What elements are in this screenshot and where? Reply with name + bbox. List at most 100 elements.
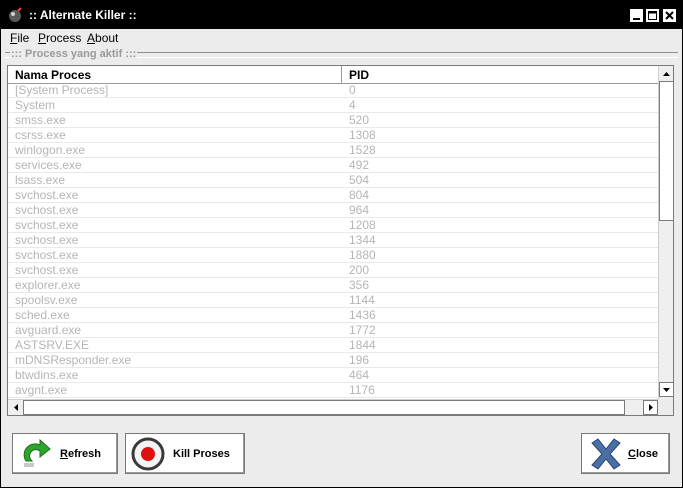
pid-cell: 1772 <box>349 323 376 337</box>
menu-bar: File Process About <box>1 29 682 47</box>
table-row[interactable]: csrss.exe 1308 <box>8 128 658 143</box>
kill-process-button[interactable]: Kill Proses <box>125 433 245 474</box>
process-name-cell: lsass.exe <box>15 173 66 187</box>
vertical-scroll-thumb[interactable] <box>659 81 673 221</box>
table-row[interactable]: spoolsv.exe 1144 <box>8 293 658 308</box>
pid-cell: 1844 <box>349 338 376 352</box>
pid-cell: 1528 <box>349 143 376 157</box>
group-label: ::: Process yang aktif ::: <box>10 48 138 60</box>
pid-cell: 1208 <box>349 218 376 232</box>
process-name-cell: services.exe <box>15 158 82 172</box>
table-row[interactable]: avgnt.exe 1176 <box>8 383 658 398</box>
refresh-arrow-icon <box>23 438 51 467</box>
process-name-cell: spoolsv.exe <box>15 293 78 307</box>
horizontal-scrollbar[interactable] <box>8 399 658 415</box>
menu-about[interactable]: About <box>87 31 118 45</box>
pid-cell: 1344 <box>349 233 376 247</box>
pid-cell: 356 <box>349 278 370 292</box>
process-name-cell: avguard.exe <box>15 323 82 337</box>
process-name-cell: csrss.exe <box>15 128 66 142</box>
scrollbar-corner <box>658 399 673 415</box>
pid-cell: 964 <box>349 203 370 217</box>
title-bar[interactable]: :: Alternate Killer :: <box>1 1 682 29</box>
table-row[interactable]: [System Process] 0 <box>8 83 658 98</box>
table-row[interactable]: explorer.exe 356 <box>8 278 658 293</box>
pid-cell: 464 <box>349 368 370 382</box>
maximize-icon <box>648 11 657 20</box>
table-row[interactable]: services.exe 492 <box>8 158 658 173</box>
pid-cell: 196 <box>349 353 370 367</box>
menu-file[interactable]: File <box>10 31 29 45</box>
pid-cell: 4 <box>349 98 356 112</box>
table-row[interactable]: lsass.exe 504 <box>8 173 658 188</box>
process-list[interactable]: Nama Proces PID [System Process] 0 System 4… <box>7 65 674 416</box>
x-cross-icon <box>591 438 621 470</box>
scroll-right-button[interactable] <box>643 400 658 415</box>
pid-cell: 520 <box>349 113 370 127</box>
list-header: Nama Proces PID <box>8 66 658 84</box>
table-row[interactable]: mDNSResponder.exe 196 <box>8 353 658 368</box>
process-name-cell: winlogon.exe <box>15 143 86 157</box>
table-row[interactable]: sched.exe 1436 <box>8 308 658 323</box>
table-row[interactable]: smss.exe 520 <box>8 113 658 128</box>
process-name-cell: ASTSRV.EXE <box>15 338 90 352</box>
refresh-button[interactable]: Refresh <box>12 433 118 474</box>
table-row[interactable]: svchost.exe 1880 <box>8 248 658 263</box>
maximize-button[interactable] <box>645 8 660 23</box>
scroll-left-button[interactable] <box>8 400 23 415</box>
record-stop-icon <box>131 437 165 471</box>
process-name-cell: mDNSResponder.exe <box>15 353 132 367</box>
pid-cell: 492 <box>349 158 370 172</box>
table-row[interactable]: svchost.exe 964 <box>8 203 658 218</box>
column-separator[interactable] <box>341 66 342 83</box>
process-name-cell: avgnt.exe <box>15 383 68 397</box>
pid-cell: 0 <box>349 83 356 97</box>
table-row[interactable]: btwdins.exe 464 <box>8 368 658 383</box>
process-name-cell: svchost.exe <box>15 233 79 247</box>
pid-cell: 1176 <box>349 383 375 397</box>
process-name-cell: svchost.exe <box>15 188 79 202</box>
table-row[interactable]: svchost.exe 1344 <box>8 233 658 248</box>
process-name-cell: explorer.exe <box>15 278 81 292</box>
pid-cell: 1308 <box>349 128 376 142</box>
pid-cell: 1144 <box>349 293 375 307</box>
process-name-cell: svchost.exe <box>15 203 79 217</box>
pid-cell: 1880 <box>349 248 376 262</box>
menu-process[interactable]: Process <box>38 31 81 45</box>
process-name-cell: smss.exe <box>15 113 66 127</box>
pid-cell: 504 <box>349 173 370 187</box>
table-row[interactable]: avguard.exe 1772 <box>8 323 658 338</box>
app-window: :: Alternate Killer :: File Process Abou… <box>0 0 683 488</box>
horizontal-scroll-thumb[interactable] <box>23 400 625 415</box>
window-title: :: Alternate Killer :: <box>29 8 137 22</box>
process-name-cell: svchost.exe <box>15 248 79 262</box>
table-row[interactable]: System 4 <box>8 98 658 113</box>
table-row[interactable]: svchost.exe 200 <box>8 263 658 278</box>
close-button[interactable]: Close <box>581 433 670 474</box>
triangle-down-icon <box>663 388 670 392</box>
process-name-cell: svchost.exe <box>15 218 79 232</box>
scroll-down-button[interactable] <box>659 382 673 397</box>
pid-cell: 1436 <box>349 308 376 322</box>
triangle-right-icon <box>649 404 653 411</box>
column-header-name[interactable]: Nama Proces <box>15 68 91 82</box>
column-header-pid[interactable]: PID <box>349 68 369 82</box>
triangle-up-icon <box>663 72 670 76</box>
bomb-icon <box>9 7 22 22</box>
process-name-cell: btwdins.exe <box>15 368 79 382</box>
table-row[interactable]: ASTSRV.EXE 1844 <box>8 338 658 353</box>
minimize-button[interactable] <box>629 8 644 23</box>
list-rows: [System Process] 0 System 4 smss.exe 520 csrss… <box>8 83 658 399</box>
triangle-left-icon <box>14 404 18 411</box>
table-row[interactable]: svchost.exe 804 <box>8 188 658 203</box>
process-name-cell: [System Process] <box>15 83 109 97</box>
process-name-cell: svchost.exe <box>15 263 79 277</box>
table-row[interactable]: winlogon.exe 1528 <box>8 143 658 158</box>
scroll-up-button[interactable] <box>659 66 673 81</box>
process-name-cell: System <box>15 98 56 112</box>
close-window-button[interactable] <box>662 8 677 23</box>
close-icon <box>665 11 674 20</box>
vertical-scrollbar[interactable] <box>658 66 673 399</box>
table-row[interactable]: svchost.exe 1208 <box>8 218 658 233</box>
pid-cell: 804 <box>349 188 370 202</box>
